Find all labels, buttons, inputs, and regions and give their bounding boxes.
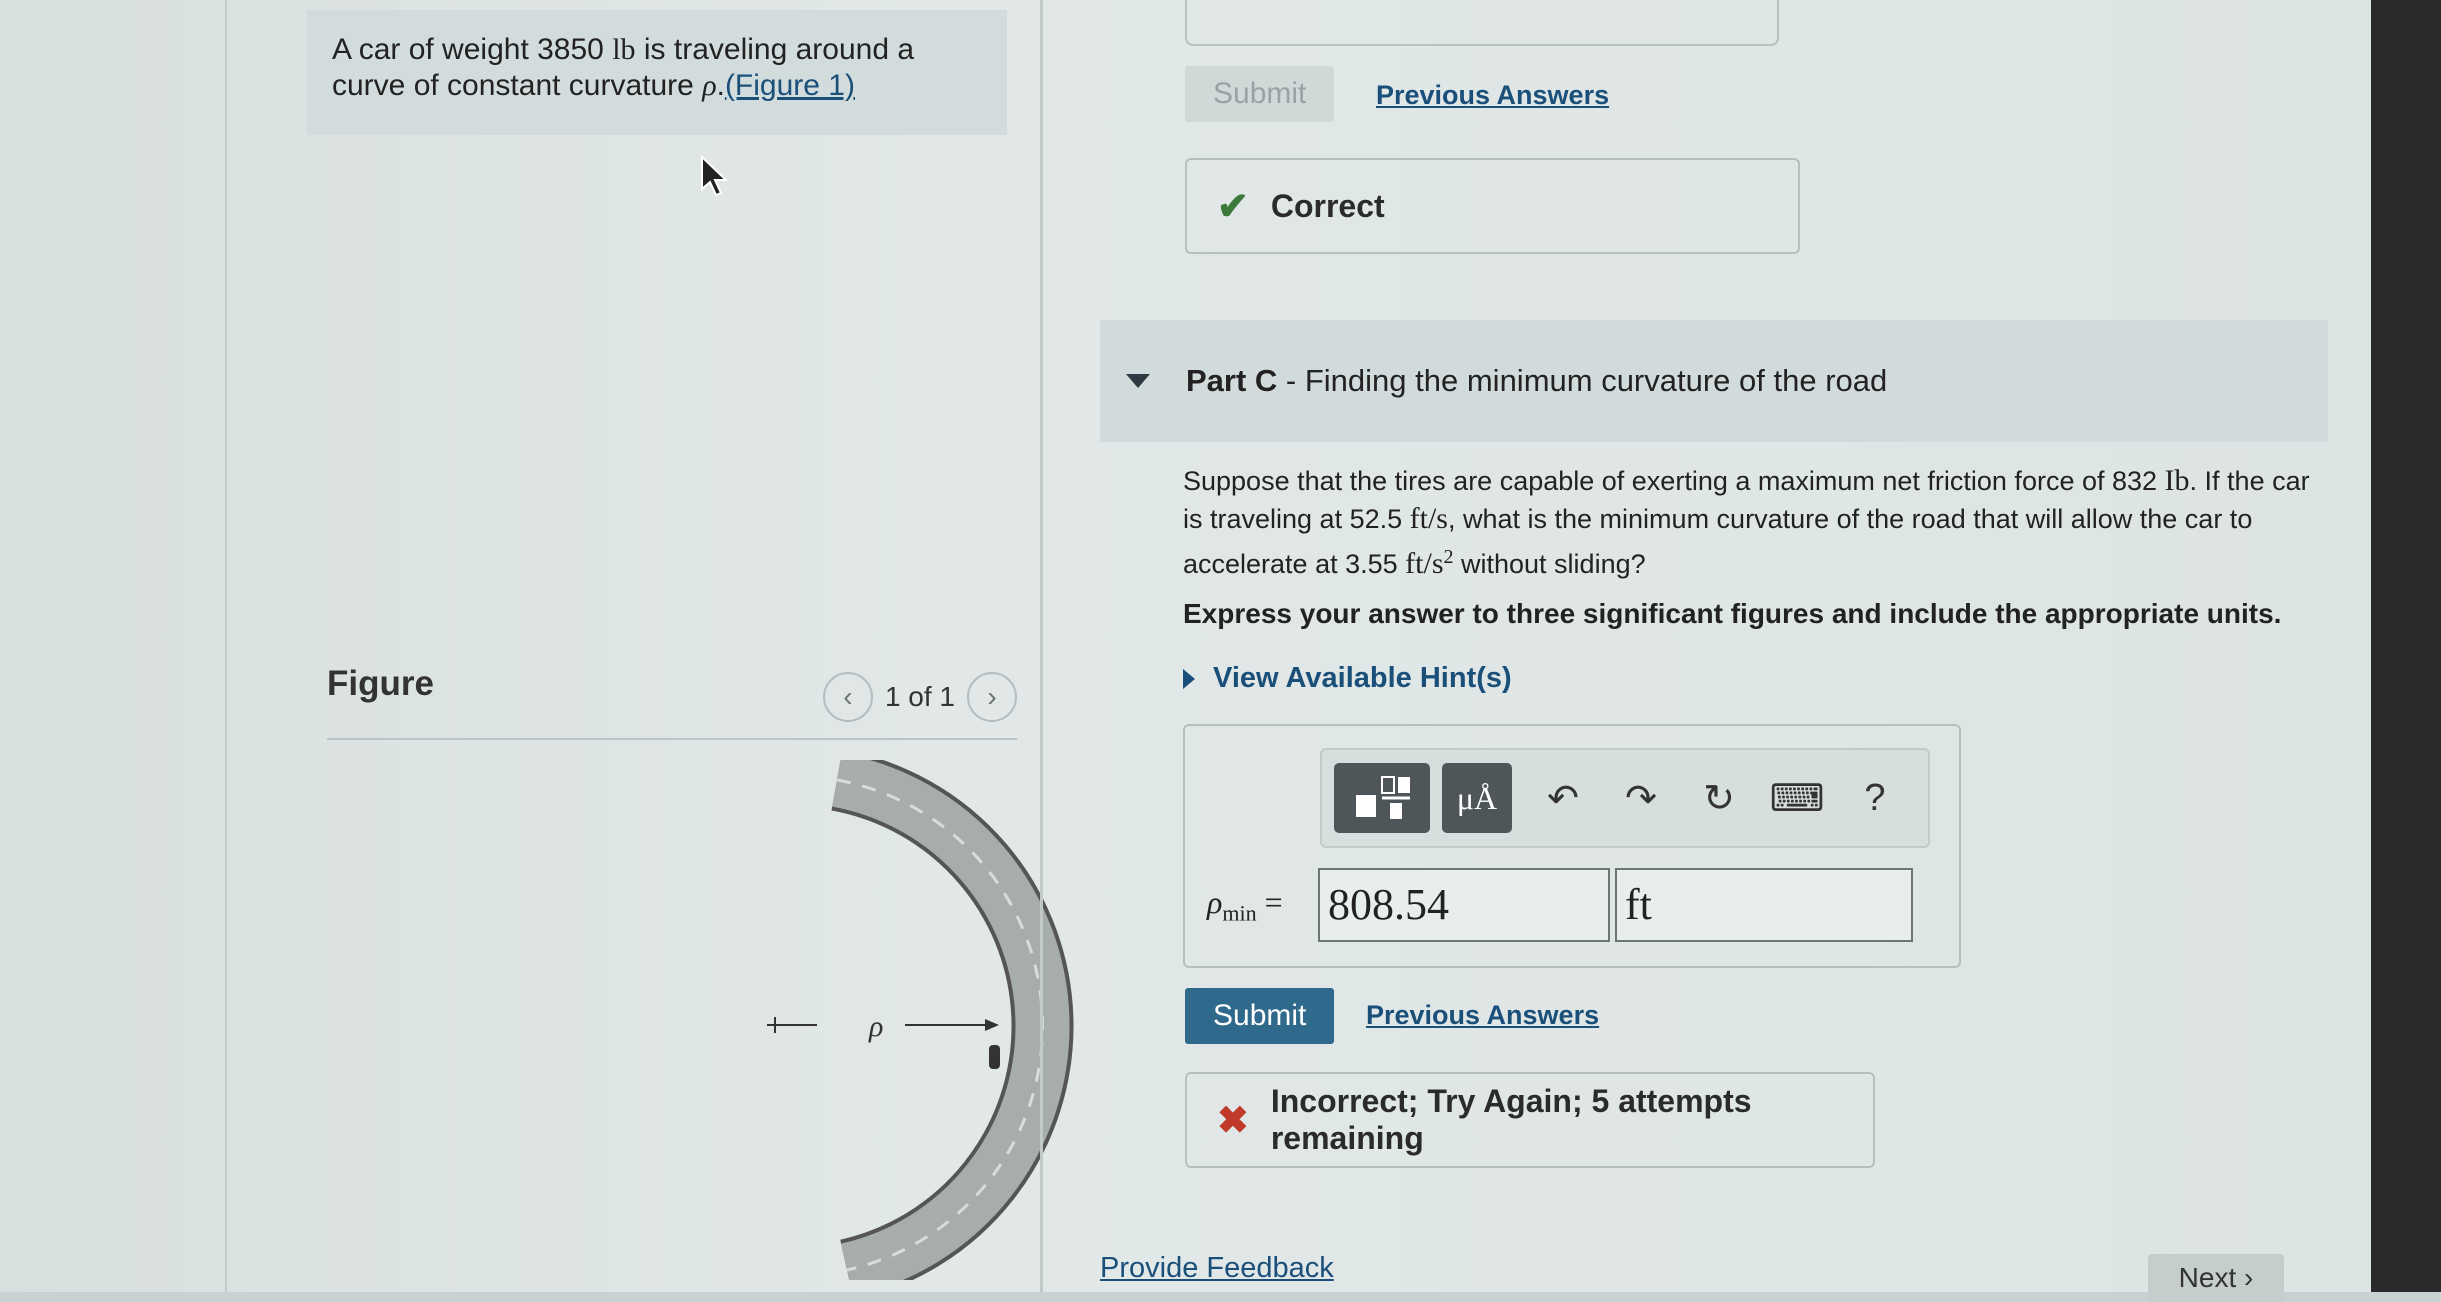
pager-label: 1 of 1 [884, 681, 955, 712]
next-button[interactable]: Next › [2148, 1254, 2284, 1302]
correct-feedback: ✔ Correct [1185, 158, 1800, 254]
undo-icon[interactable]: ↶ [1524, 763, 1602, 833]
problem-intro: A car of weight 3850 lb is traveling aro… [307, 10, 1007, 135]
caret-down-icon [1126, 374, 1150, 388]
previous-answer-area [1185, 0, 1779, 46]
provide-feedback-link[interactable]: Provide Feedback [1100, 1252, 1334, 1285]
panel-divider [1040, 0, 1043, 1292]
reset-icon[interactable]: ↻ [1680, 763, 1758, 833]
checkmark-icon: ✔ [1217, 185, 1249, 228]
answer-panel: Submit Previous Answers ✔ Correct Part C… [1100, 0, 2340, 1292]
part-c-header[interactable]: Part C - Finding the minimum curvature o… [1100, 320, 2328, 442]
problem-panel: A car of weight 3850 lb is traveling aro… [225, 0, 1074, 1292]
answer-instructions: Express your answer to three significant… [1183, 598, 2282, 629]
previous-answers-link[interactable]: Previous Answers [1376, 80, 1609, 111]
keyboard-icon[interactable]: ⌨ [1758, 763, 1836, 833]
figure-header: Figure ‹ 1 of 1 › [327, 660, 1017, 740]
mouse-cursor-icon [701, 155, 729, 197]
incorrect-feedback: ✖ Incorrect; Try Again; 5 attempts remai… [1185, 1072, 1875, 1168]
cross-icon: ✖ [1217, 1099, 1249, 1142]
chevron-right-icon[interactable]: › [967, 672, 1017, 722]
units-button[interactable]: μÅ [1442, 763, 1512, 833]
math-toolbar: μÅ ↶ ↷ ↻ ⌨ ? [1320, 748, 1930, 848]
answer-box: μÅ ↶ ↷ ↻ ⌨ ? ρmin = 808.54 ft [1183, 724, 1961, 968]
submit-button-disabled[interactable]: Submit [1185, 66, 1335, 122]
answer-label: ρmin = [1207, 884, 1283, 926]
car-marker [989, 1045, 1000, 1069]
figure-link[interactable]: (Figure 1) [725, 69, 855, 102]
templates-icon[interactable] [1334, 763, 1430, 833]
part-c-title: Part C - Finding the minimum curvature o… [1186, 363, 1888, 398]
caret-right-icon [1183, 668, 1195, 689]
view-hints-toggle[interactable]: View Available Hint(s) [1183, 662, 1512, 695]
chevron-left-icon[interactable]: ‹ [822, 672, 873, 722]
monitor-bezel [2371, 0, 2441, 1292]
previous-answers-link-part-c[interactable]: Previous Answers [1366, 1000, 1599, 1031]
answer-unit-input[interactable]: ft [1615, 868, 1913, 942]
figure-title: Figure [327, 664, 434, 703]
figure-pager: ‹ 1 of 1 › [822, 672, 1017, 722]
curved-road-figure: ρ [767, 760, 1074, 1280]
redo-icon[interactable]: ↷ [1602, 763, 1680, 833]
answer-value-input[interactable]: 808.54 [1318, 868, 1610, 942]
rho-label: ρ [868, 1010, 883, 1043]
submit-button[interactable]: Submit [1185, 988, 1335, 1044]
browser-viewport: A car of weight 3850 lb is traveling aro… [0, 0, 2380, 1302]
help-button[interactable]: ? [1836, 763, 1914, 833]
part-c-question: Suppose that the tires are capable of ex… [1183, 464, 2310, 580]
